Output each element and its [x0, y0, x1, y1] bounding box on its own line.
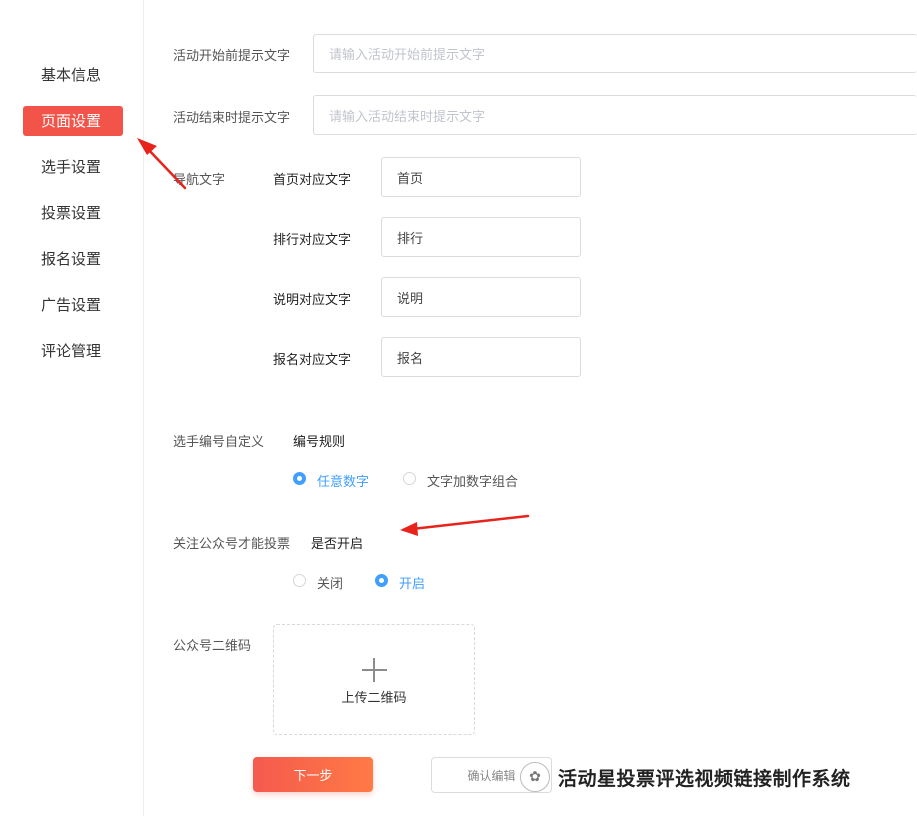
end-tip-label: 活动结束时提示文字 — [173, 111, 291, 126]
sidebar-item-signup-settings[interactable]: 报名设置 — [23, 244, 123, 274]
numbering-text-digits-radio[interactable] — [403, 472, 416, 485]
nav-text-label: 导航文字 — [173, 173, 226, 188]
nav-home-label: 首页对应文字 — [273, 173, 352, 188]
start-tip-input[interactable]: 请输入活动开始前提示文字 — [313, 34, 917, 73]
follow-enable-label: 是否开启 — [311, 537, 364, 552]
arrow-to-follow-setting — [400, 514, 530, 536]
follow-on-label[interactable]: 开启 — [399, 573, 425, 592]
plus-icon-vertical — [373, 658, 375, 682]
watermark-text: 活动星投票评选视频链接制作系统 — [558, 767, 851, 790]
follow-off-label[interactable]: 关闭 — [317, 573, 343, 592]
sidebar-item-page-settings[interactable]: 页面设置 — [23, 106, 123, 136]
follow-off-radio[interactable] — [293, 574, 306, 587]
numbering-any-digits-label[interactable]: 任意数字 — [317, 471, 369, 490]
numbering-rule-label: 编号规则 — [293, 435, 346, 450]
qrcode-upload[interactable]: 上传二维码 — [273, 624, 475, 735]
next-step-button[interactable]: 下一步 — [253, 757, 373, 792]
sidebar-item-basic-info[interactable]: 基本信息 — [23, 60, 123, 90]
nav-ranking-label: 排行对应文字 — [273, 233, 352, 248]
follow-account-label: 关注公众号才能投票 — [173, 537, 291, 552]
nav-home-input[interactable]: 首页 — [381, 157, 581, 197]
wechat-icon: ✿ — [520, 762, 550, 792]
nav-signup-input[interactable]: 报名 — [381, 337, 581, 377]
nav-description-input[interactable]: 说明 — [381, 277, 581, 317]
nav-description-label: 说明对应文字 — [273, 293, 352, 308]
start-tip-label: 活动开始前提示文字 — [173, 49, 291, 64]
end-tip-input[interactable]: 请输入活动结束时提示文字 — [313, 95, 917, 135]
sidebar-item-vote-settings[interactable]: 投票设置 — [23, 198, 123, 228]
qrcode-upload-label: 上传二维码 — [341, 691, 407, 706]
sidebar-item-ad-settings[interactable]: 广告设置 — [23, 290, 123, 320]
nav-ranking-input[interactable]: 排行 — [381, 217, 581, 257]
numbering-text-digits-label[interactable]: 文字加数字组合 — [427, 471, 518, 490]
follow-on-radio[interactable] — [375, 574, 388, 587]
sidebar-item-comment-management[interactable]: 评论管理 — [23, 336, 123, 366]
watermark: ✿ 活动星投票评选视频链接制作系统 — [520, 760, 851, 794]
sidebar: 基本信息 页面设置 选手设置 投票设置 报名设置 广告设置 评论管理 — [0, 0, 144, 816]
numbering-any-digits-radio[interactable] — [293, 472, 306, 485]
nav-signup-label: 报名对应文字 — [273, 353, 352, 368]
qrcode-label: 公众号二维码 — [173, 639, 252, 654]
numbering-label: 选手编号自定义 — [173, 435, 265, 450]
sidebar-item-contestant-settings[interactable]: 选手设置 — [23, 152, 123, 182]
